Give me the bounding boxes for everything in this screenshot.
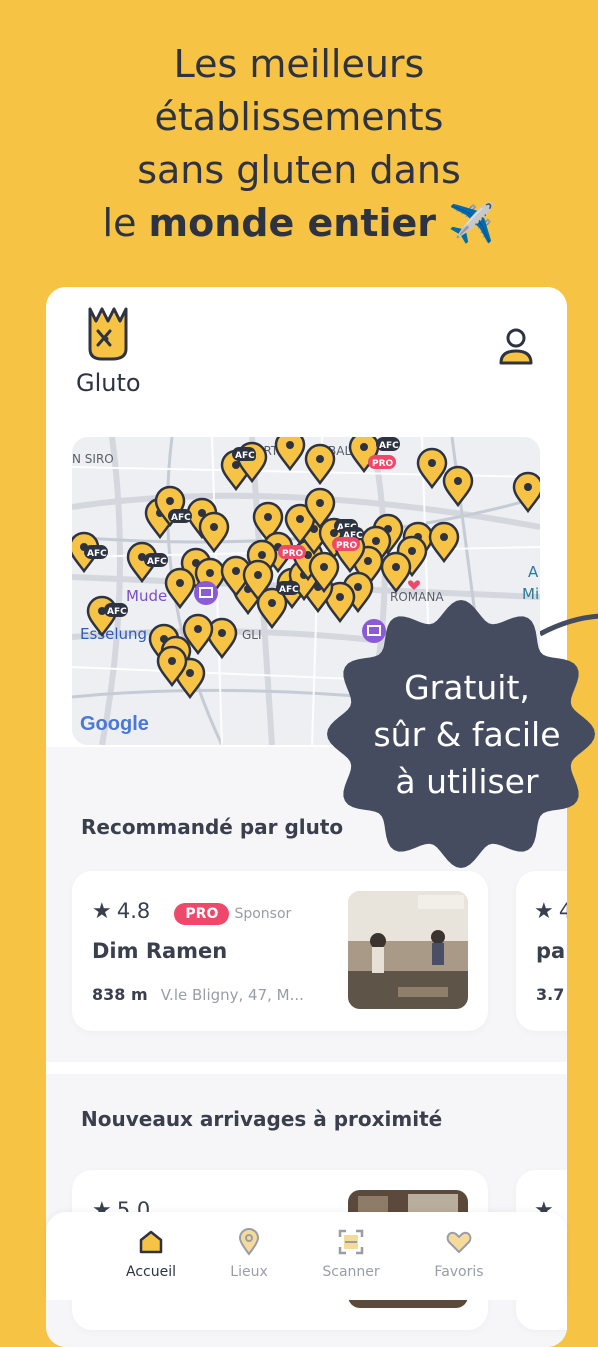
nav-item-places[interactable]: Lieux: [204, 1228, 294, 1280]
svg-text:PRO: PRO: [372, 459, 394, 469]
map-pin-dot: [232, 567, 240, 575]
map-pin-dot: [372, 537, 380, 545]
map-pin-dot: [186, 669, 194, 677]
scanner-icon: [338, 1229, 364, 1255]
place-address: V.le Bligny, 47, M...: [160, 986, 304, 1004]
map-pin-dot: [254, 571, 262, 579]
map-pin-dot: [524, 483, 532, 491]
map-label-mude: Mude: [126, 587, 167, 605]
nav-item-scanner[interactable]: Scanner: [306, 1228, 396, 1280]
peek-rating-row: ★ 4: [534, 899, 567, 924]
headline-line-2: établissements: [154, 95, 444, 139]
svg-text:AFC: AFC: [171, 513, 191, 523]
headline-bold: monde entier: [148, 201, 437, 245]
nav-label-home: Accueil: [126, 1264, 176, 1280]
nav-item-favorites[interactable]: Favoris: [414, 1228, 504, 1280]
map-label-gli: GLI: [242, 628, 262, 642]
svg-text:AFC: AFC: [235, 451, 255, 461]
map-label-esselunga: Esselung: [80, 625, 147, 643]
place-photo: [348, 891, 468, 1009]
map-pin-dot: [364, 557, 372, 565]
home-icon: [139, 1230, 163, 1254]
map-pin-dot: [354, 583, 362, 591]
map-pin-dot: [454, 477, 462, 485]
nav-item-home[interactable]: Accueil: [106, 1228, 196, 1280]
google-attribution: Google: [80, 713, 149, 735]
peek-name: pa: [536, 939, 566, 963]
svg-text:AFC: AFC: [107, 607, 127, 617]
airplane-icon: ✈️: [448, 201, 496, 245]
museum-icon: [194, 581, 218, 605]
svg-text:PRO: PRO: [282, 549, 304, 559]
map-pin-dot: [296, 515, 304, 523]
nav-label-scanner: Scanner: [322, 1264, 380, 1280]
svg-text:PRO: PRO: [336, 541, 358, 551]
svg-text:AFC: AFC: [379, 441, 399, 451]
headline-line-1: Les meilleurs: [173, 42, 425, 86]
map-pin-dot: [360, 443, 368, 451]
heart-icon: [446, 1231, 472, 1253]
headline-line-4-prefix: le: [102, 201, 149, 245]
map-pin-dot: [408, 547, 416, 555]
pro-badge: PRO: [174, 903, 230, 925]
bubble-line-3: à utiliser: [395, 762, 539, 801]
map-pin-dot: [286, 441, 294, 449]
headline-line-4: le monde entier ✈️: [0, 197, 598, 250]
bottom-nav: Accueil Lieux Scanner Favoris: [46, 1212, 567, 1300]
peek-distance: 3.7: [536, 985, 565, 1004]
map-pin-dot: [168, 657, 176, 665]
location-icon: [238, 1228, 260, 1256]
bubble-line-1: Gratuit,: [404, 668, 530, 707]
hero-headline: Les meilleurs établissements sans gluten…: [0, 38, 598, 250]
place-meta: 838 m V.le Bligny, 47, M...: [92, 985, 304, 1004]
peek-rating: 4: [558, 899, 567, 923]
svg-text:AFC: AFC: [147, 557, 167, 567]
map-pin-dot: [428, 459, 436, 467]
svg-text:AFC: AFC: [87, 549, 107, 559]
map-label-a: A: [528, 563, 539, 581]
place-distance: 838 m: [92, 985, 148, 1004]
bubble-text: Gratuit, sûr & facile à utiliser: [332, 664, 598, 805]
app-logo-text: Gluto: [76, 369, 141, 397]
map-pin-dot: [194, 625, 202, 633]
svg-text:AFC: AFC: [279, 585, 299, 595]
map-pin-dot: [258, 551, 266, 559]
nearby-title: Nouveaux arrivages à proximité: [81, 1107, 443, 1131]
place-card-peek[interactable]: ★ 4 pa 3.7: [516, 871, 567, 1031]
map-pin-dot: [176, 579, 184, 587]
bubble-line-2: sûr & facile: [373, 715, 561, 754]
map-pin-dot: [316, 455, 324, 463]
place-rating: 4.8: [116, 899, 151, 923]
gluto-logo-icon: [88, 307, 128, 361]
map-pin-dot: [166, 497, 174, 505]
map-pin-dot: [218, 629, 226, 637]
nav-label-favorites: Favoris: [434, 1264, 484, 1280]
place-rating-row: ★ 4.8 PRO Sponsor: [92, 899, 291, 925]
map-pin-dot: [268, 599, 276, 607]
map-pin-dot: [320, 563, 328, 571]
map-pin-dot: [210, 523, 218, 531]
map-pin-dot: [440, 533, 448, 541]
nav-label-places: Lieux: [230, 1264, 268, 1280]
map-pin-dot: [392, 563, 400, 571]
nearby-section: Nouveaux arrivages à proximité ★ 5.0 ★: [46, 1062, 567, 1347]
place-name: Dim Ramen: [92, 939, 228, 963]
map-pin-dot: [264, 513, 272, 521]
map-pin-dot: [206, 569, 214, 577]
map-pin-dot: [316, 499, 324, 507]
sponsor-label: Sponsor: [234, 906, 292, 922]
star-icon: ★: [92, 899, 112, 924]
recommended-title: Recommandé par gluto: [81, 815, 344, 839]
place-card[interactable]: ★ 4.8 PRO Sponsor Dim Ramen 838 m V.le B…: [72, 871, 488, 1031]
headline-line-3: sans gluten dans: [137, 148, 461, 192]
map-label-san-siro: N SIRO: [72, 452, 114, 466]
profile-icon[interactable]: [498, 327, 534, 367]
star-icon: ★: [534, 899, 554, 924]
